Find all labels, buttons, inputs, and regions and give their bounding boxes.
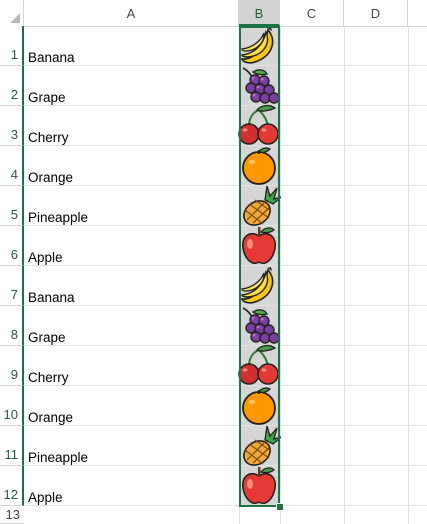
grid-line: [24, 65, 427, 66]
grid-line: [24, 305, 427, 306]
row-header-9[interactable]: 9: [0, 346, 24, 386]
column-header-d[interactable]: D: [344, 0, 408, 26]
grid-line: [408, 26, 409, 524]
grid-line: [24, 265, 427, 266]
grid-line: [24, 465, 427, 466]
row-header-13[interactable]: 13: [0, 506, 24, 524]
row-header-2[interactable]: 2: [0, 66, 24, 106]
grid-line: [24, 225, 427, 226]
spreadsheet-grid[interactable]: A B C D 1 2 3 4 5 6 7 8 9 10 11 12 13 Ba…: [0, 0, 427, 524]
row-header-3[interactable]: 3: [0, 106, 24, 146]
cell-a5[interactable]: Pineapple: [28, 210, 88, 225]
selection-border: [239, 26, 280, 507]
cell-a7[interactable]: Banana: [28, 290, 75, 305]
select-all-button[interactable]: [0, 0, 24, 26]
grid-line: [24, 185, 427, 186]
row-header-10[interactable]: 10: [0, 386, 24, 426]
row-header-6[interactable]: 6: [0, 226, 24, 266]
row-header-12[interactable]: 12: [0, 466, 24, 506]
grid-line: [24, 105, 427, 106]
cell-a3[interactable]: Cherry: [28, 130, 69, 145]
grid-line: [24, 425, 427, 426]
cell-a2[interactable]: Grape: [28, 90, 66, 105]
grid-line: [24, 145, 427, 146]
fill-handle[interactable]: [276, 503, 284, 511]
cell-a6[interactable]: Apple: [28, 250, 63, 265]
row-header-7[interactable]: 7: [0, 266, 24, 306]
column-header-c[interactable]: C: [280, 0, 344, 26]
row-header-4[interactable]: 4: [0, 146, 24, 186]
cell-a4[interactable]: Orange: [28, 170, 73, 185]
grid-line: [24, 505, 427, 506]
cell-a11[interactable]: Pineapple: [28, 450, 88, 465]
grid-line: [24, 385, 427, 386]
column-header-row: A B C D: [0, 0, 427, 27]
cell-a1[interactable]: Banana: [28, 50, 75, 65]
grid-line: [344, 26, 345, 524]
cell-a8[interactable]: Grape: [28, 330, 66, 345]
row-header-8[interactable]: 8: [0, 306, 24, 346]
cell-a12[interactable]: Apple: [28, 490, 63, 505]
cell-a9[interactable]: Cherry: [28, 370, 69, 385]
grid-line: [24, 345, 427, 346]
row-header-1[interactable]: 1: [0, 26, 24, 66]
column-header-a[interactable]: A: [24, 0, 239, 26]
row-header-11[interactable]: 11: [0, 426, 24, 466]
cell-a10[interactable]: Orange: [28, 410, 73, 425]
row-header-5[interactable]: 5: [0, 186, 24, 226]
column-header-b[interactable]: B: [239, 0, 280, 26]
